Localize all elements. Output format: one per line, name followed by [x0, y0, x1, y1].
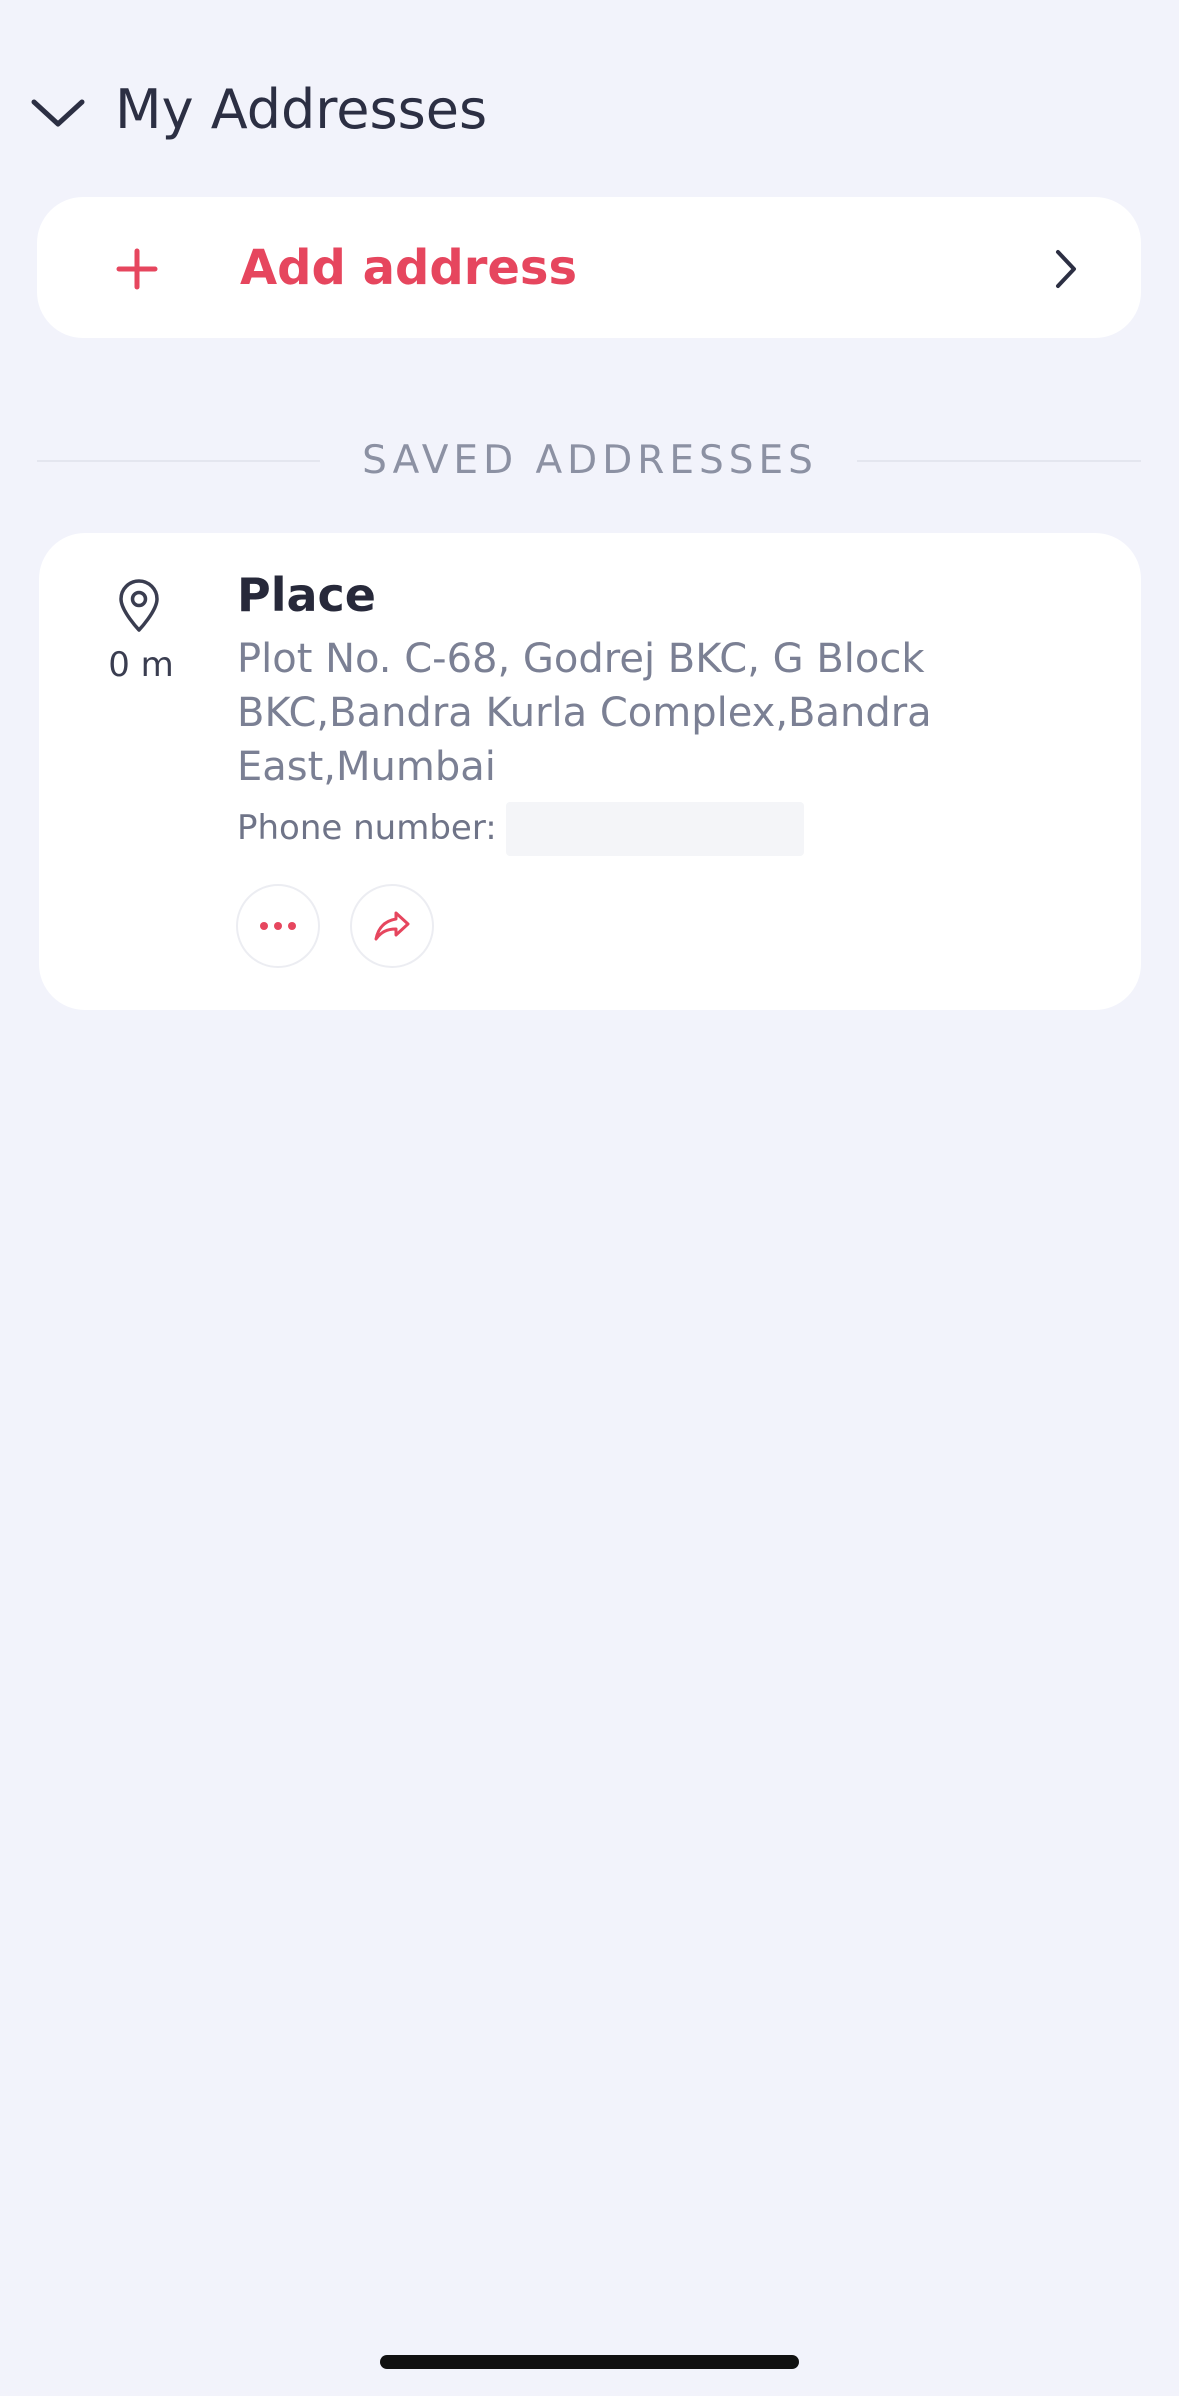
add-address-label: Add address: [240, 240, 578, 296]
plus-icon: [116, 248, 158, 290]
add-address-button[interactable]: [37, 197, 1141, 338]
section-divider-left: [37, 460, 320, 462]
section-divider-right: [857, 460, 1141, 462]
phone-value: [506, 802, 804, 856]
chevron-right-icon: [1056, 250, 1076, 288]
more-options-button[interactable]: [236, 884, 320, 968]
address-name: Place: [237, 568, 376, 622]
more-dots-icon: [260, 922, 296, 930]
share-icon: [374, 911, 410, 941]
page-header: My Addresses: [0, 72, 1179, 152]
share-button[interactable]: [350, 884, 434, 968]
page-title: My Addresses: [115, 78, 488, 141]
distance-label: 0 m: [108, 645, 174, 685]
location-pin-icon: [119, 579, 159, 632]
address-text: Plot No. C-68, Godrej BKC, G Block BKC,B…: [237, 636, 932, 790]
home-indicator: [380, 2355, 799, 2369]
section-heading: SAVED ADDRESSES: [362, 438, 818, 483]
chevron-down-icon[interactable]: [28, 92, 88, 132]
phone-label: Phone number:: [237, 808, 497, 848]
